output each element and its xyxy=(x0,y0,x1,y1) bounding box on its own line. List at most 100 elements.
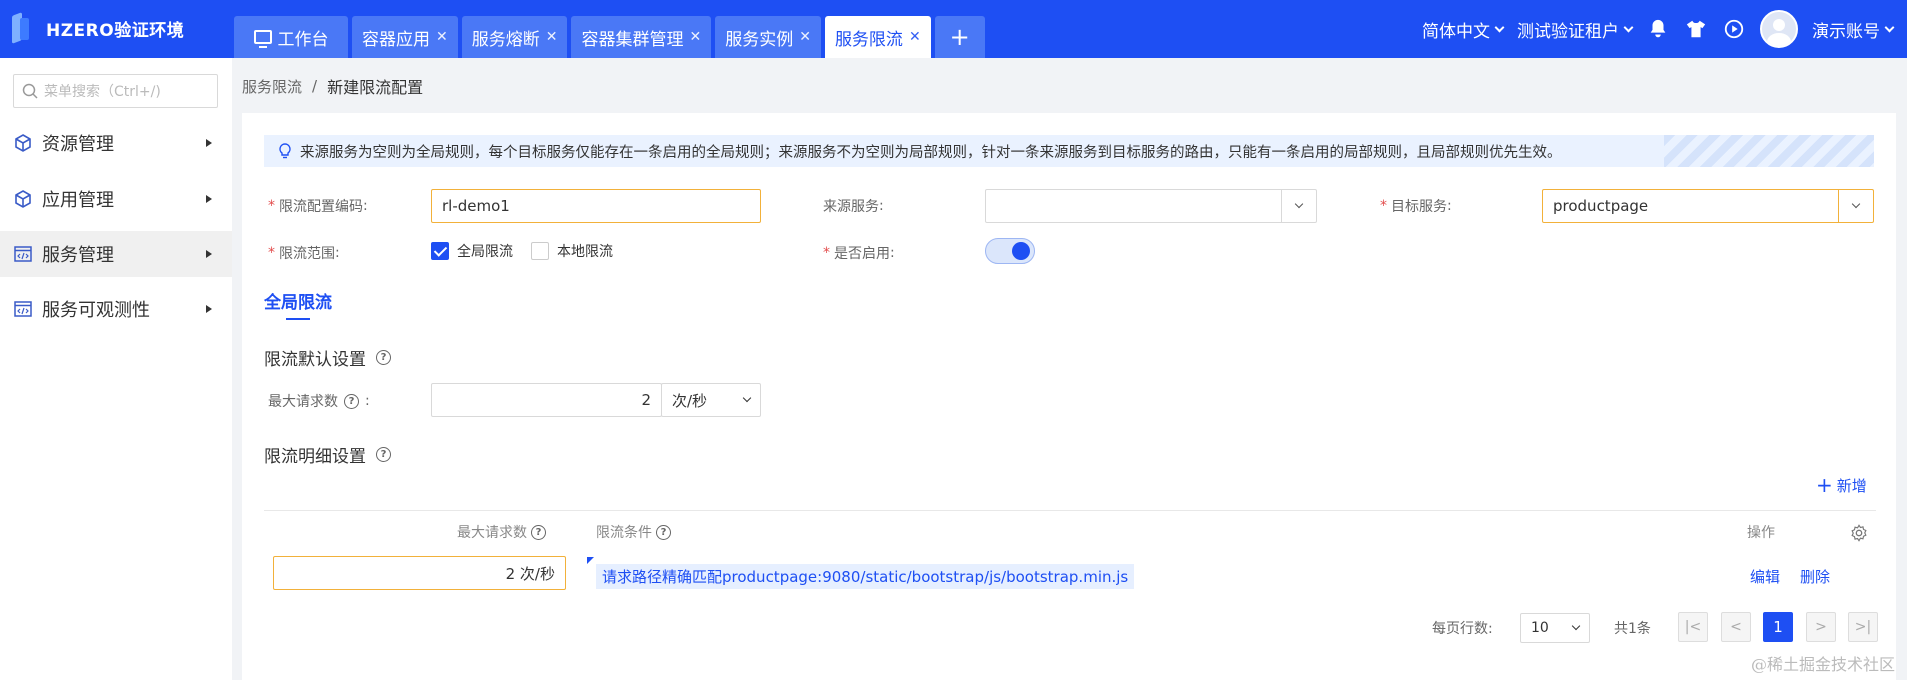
source-label-text: 来源服务 xyxy=(823,199,879,215)
monitor-icon xyxy=(253,30,272,48)
enabled-label-text: 是否启用 xyxy=(834,246,890,262)
sidebar-item-label: 服务可观测性 xyxy=(42,300,150,321)
play-circle-icon[interactable] xyxy=(1722,17,1746,41)
sidebar: 菜单搜索（Ctrl+/) 资源管理 应用管理 服务管理 服务可观测性 xyxy=(0,58,232,680)
row-max-requests-input[interactable]: 2 次/秒 xyxy=(273,556,566,590)
scope-local-checkbox[interactable]: 本地限流 xyxy=(531,241,613,261)
target-select-value: productpage xyxy=(1553,197,1649,215)
help-icon[interactable]: ? xyxy=(344,393,359,409)
edit-link[interactable]: 编辑 xyxy=(1750,566,1780,587)
breadcrumb: 服务限流 / 新建限流配置 xyxy=(242,74,423,98)
add-tab-button[interactable]: + xyxy=(934,16,985,58)
avatar[interactable] xyxy=(1760,10,1798,48)
last-page-icon: >| xyxy=(1854,619,1872,635)
caret-right-icon xyxy=(206,139,212,147)
scope-field-label: * 限流范围: xyxy=(268,243,340,263)
tab-global-rate-limit[interactable]: 全局限流 xyxy=(264,288,332,313)
chevron-down-icon[interactable] xyxy=(1281,189,1316,223)
breadcrumb-parent[interactable]: 服务限流 xyxy=(242,76,302,97)
gear-icon[interactable] xyxy=(1850,524,1868,542)
top-right-actions: 简体中文 测试验证租户 演示账号 xyxy=(1422,10,1895,48)
app-logo[interactable]: HZERO验证环境 xyxy=(12,12,184,44)
tenant-selector[interactable]: 测试验证租户 xyxy=(1517,17,1634,42)
tab-service-instances[interactable]: 服务实例 ✕ xyxy=(715,16,821,58)
label-colon: : xyxy=(1447,198,1452,214)
max-requests-input[interactable]: 2 xyxy=(431,383,662,417)
sidebar-item-app-management[interactable]: 应用管理 xyxy=(0,176,232,222)
close-icon[interactable]: ✕ xyxy=(546,29,558,45)
unit-select[interactable]: 次/秒 xyxy=(661,383,761,417)
page-size-value: 10 xyxy=(1531,620,1549,636)
tab-label: 服务熔断 xyxy=(471,29,540,50)
bulb-icon xyxy=(279,143,291,159)
sidebar-item-service-management[interactable]: 服务管理 xyxy=(0,231,232,277)
caret-right-icon xyxy=(206,305,212,313)
tab-workbench[interactable]: 工作台 xyxy=(234,16,348,58)
next-page-button[interactable]: > xyxy=(1806,612,1836,642)
checkbox-label: 本地限流 xyxy=(557,244,613,260)
section-title-text: 限流默认设置 xyxy=(264,350,366,370)
close-icon[interactable]: ✕ xyxy=(436,29,448,45)
last-page-button[interactable]: >| xyxy=(1848,612,1878,642)
active-tab-indicator xyxy=(286,318,310,320)
sidebar-item-resource-management[interactable]: 资源管理 xyxy=(0,120,232,166)
scope-global-checkbox[interactable]: 全局限流 xyxy=(431,241,513,261)
tab-circuit-breaker[interactable]: 服务熔断 ✕ xyxy=(461,16,568,58)
info-text: 来源服务为空则为全局规则，每个目标服务仅能存在一条启用的全局规则；来源服务不为空… xyxy=(300,144,1562,161)
code-window-icon xyxy=(14,246,32,262)
delete-link[interactable]: 删除 xyxy=(1800,566,1830,587)
max-label-text: 最大请求数 xyxy=(268,394,338,410)
first-page-icon: |< xyxy=(1684,619,1702,635)
label-colon: : xyxy=(890,245,895,261)
chevron-down-icon[interactable] xyxy=(1838,189,1873,223)
tab-label: 服务实例 xyxy=(725,29,794,50)
help-icon[interactable]: ? xyxy=(376,350,391,365)
help-icon[interactable]: ? xyxy=(656,524,671,540)
tab-container-apps[interactable]: 容器应用 ✕ xyxy=(352,16,458,58)
tab-rate-limiting[interactable]: 服务限流 ✕ xyxy=(824,16,931,58)
help-icon[interactable]: ? xyxy=(376,447,391,462)
breadcrumb-current: 新建限流配置 xyxy=(327,78,424,97)
enabled-toggle[interactable] xyxy=(985,238,1035,264)
target-service-select[interactable]: productpage xyxy=(1542,189,1874,223)
page-button[interactable]: 1 xyxy=(1763,612,1793,642)
chevron-right-icon: > xyxy=(1815,619,1827,635)
column-header-actions: 操作 xyxy=(1747,522,1775,542)
toggle-knob xyxy=(1012,242,1030,260)
close-icon[interactable]: ✕ xyxy=(909,29,921,45)
first-page-button[interactable]: |< xyxy=(1678,612,1708,642)
source-service-select[interactable] xyxy=(985,189,1317,223)
bell-icon[interactable] xyxy=(1646,17,1670,41)
checkbox-checked-icon[interactable] xyxy=(431,242,449,260)
logo-mark-icon xyxy=(12,12,32,44)
account-menu[interactable]: 演示账号 xyxy=(1812,17,1895,42)
chevron-down-icon xyxy=(1884,22,1895,32)
sidebar-item-observability[interactable]: 服务可观测性 xyxy=(0,286,232,332)
close-icon[interactable]: ✕ xyxy=(799,29,811,45)
condition-text: 请求路径精确匹配productpage:9080/static/bootstra… xyxy=(602,568,1129,586)
checkbox-unchecked-icon[interactable] xyxy=(531,242,549,260)
tab-label: 容器集群管理 xyxy=(581,29,684,50)
chevron-down-icon xyxy=(742,393,752,403)
tab-bar: 工作台 容器应用 ✕ 服务熔断 ✕ 容器集群管理 ✕ 服务实例 ✕ 服务限流 ✕… xyxy=(234,16,985,58)
code-input[interactable]: rl-demo1 xyxy=(431,189,761,223)
close-icon[interactable]: ✕ xyxy=(689,29,701,45)
code-input-value: rl-demo1 xyxy=(442,197,510,215)
help-icon[interactable]: ? xyxy=(531,524,546,540)
prev-page-button[interactable]: < xyxy=(1721,612,1751,642)
checkbox-label: 全局限流 xyxy=(457,244,513,260)
add-rule-button[interactable]: + 新增 xyxy=(1816,473,1867,497)
shirt-icon[interactable] xyxy=(1684,17,1708,41)
label-colon: : xyxy=(365,393,370,409)
tab-cluster-management[interactable]: 容器集群管理 ✕ xyxy=(571,16,712,58)
language-selector[interactable]: 简体中文 xyxy=(1422,17,1505,42)
menu-search-input[interactable]: 菜单搜索（Ctrl+/) xyxy=(13,74,218,108)
caret-right-icon xyxy=(206,195,212,203)
column-header-condition: 限流条件 ? xyxy=(596,522,671,542)
row-condition[interactable]: 请求路径精确匹配productpage:9080/static/bootstra… xyxy=(596,564,1135,589)
tab-label: 工作台 xyxy=(277,29,329,50)
target-label-text: 目标服务 xyxy=(1391,199,1447,215)
label-colon: : xyxy=(879,198,884,214)
rows-per-page-label: 每页行数: xyxy=(1432,621,1493,637)
page-size-select[interactable]: 10 xyxy=(1520,613,1590,643)
